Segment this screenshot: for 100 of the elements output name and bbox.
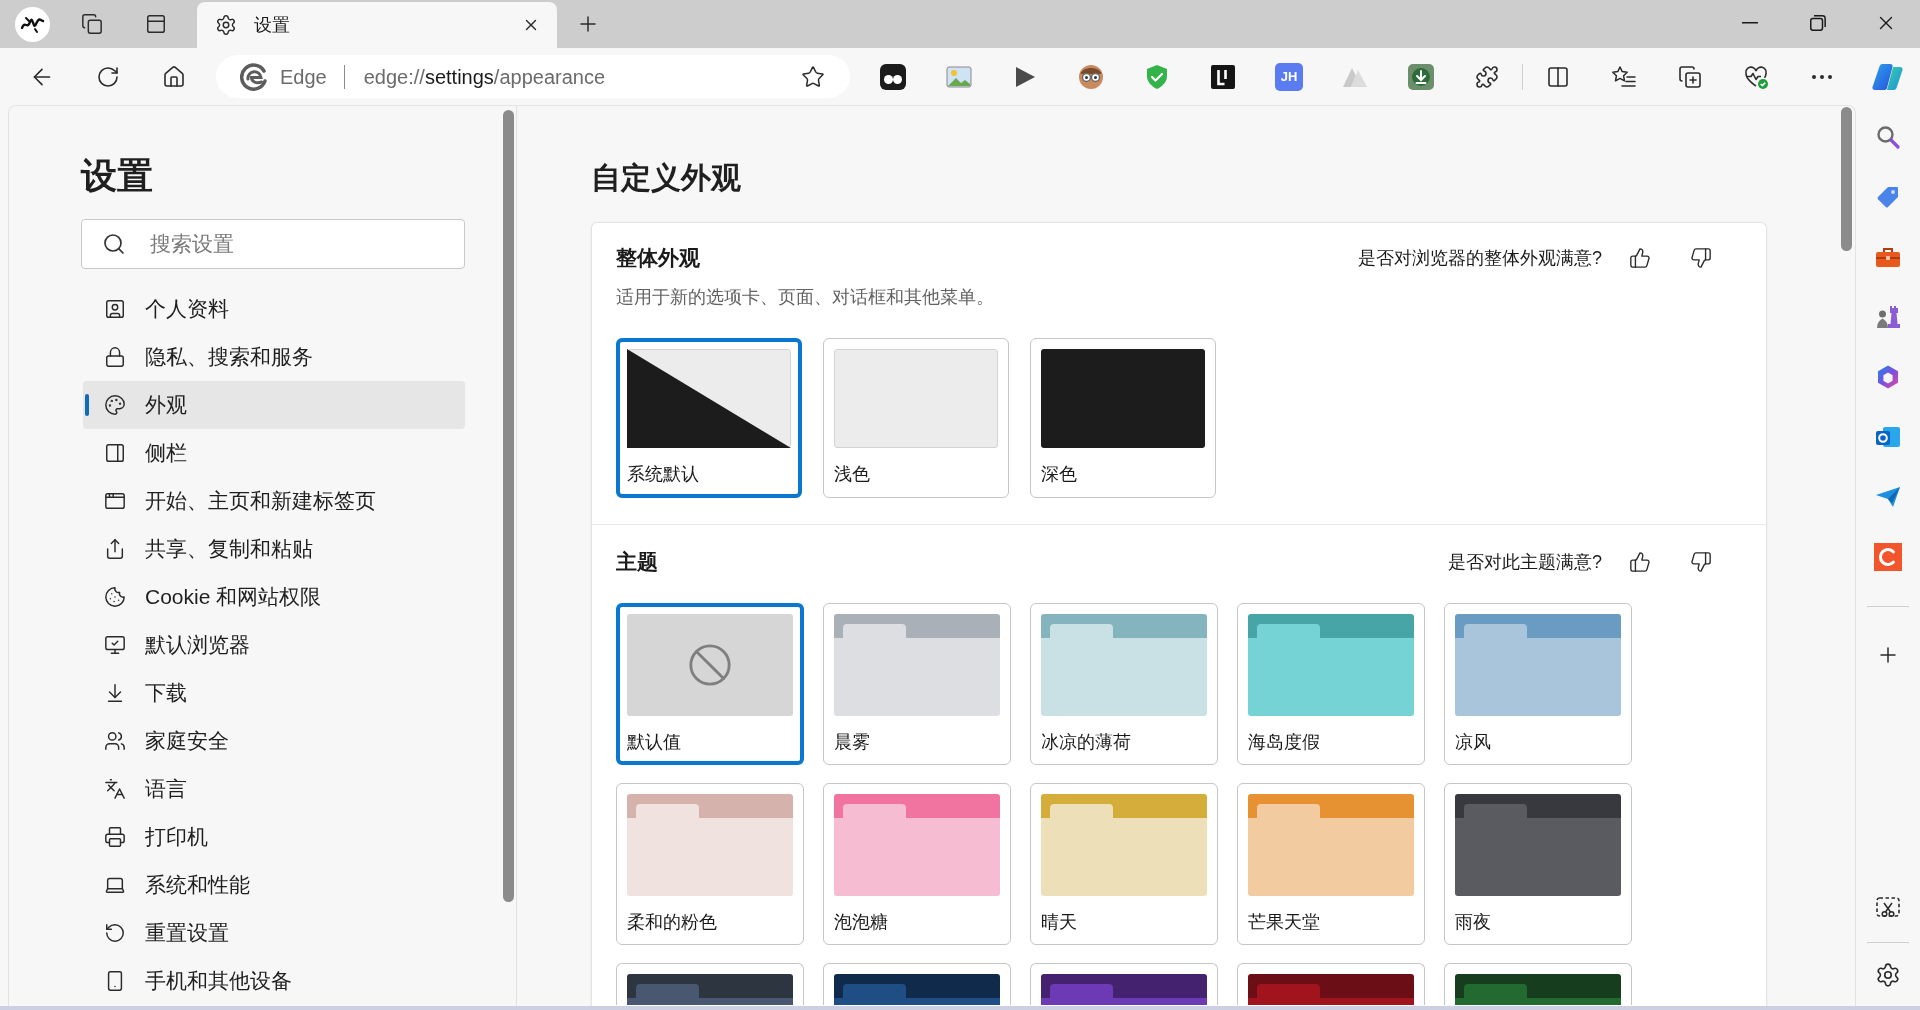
glasses-face-icon <box>1078 63 1104 90</box>
site-label: Edge <box>280 64 327 90</box>
play-icon <box>1014 64 1036 89</box>
settings-icon <box>215 14 237 36</box>
thumbs-down-icon <box>1690 247 1712 269</box>
theme-option[interactable]: 晴天 <box>1030 783 1218 945</box>
printer-icon <box>104 826 126 848</box>
swirl-logo-icon <box>240 62 268 91</box>
theme-option[interactable]: 凉风 <box>1444 603 1632 765</box>
home-icon <box>162 64 186 89</box>
download-tile-icon <box>1408 63 1434 90</box>
profile-button[interactable] <box>12 4 52 44</box>
split-screen-icon <box>1546 64 1570 89</box>
folder-tab <box>1464 984 1527 998</box>
scrollbar-thumb[interactable] <box>503 110 514 902</box>
folder-tab <box>843 804 906 818</box>
theme-option[interactable]: 默认值 <box>616 603 804 765</box>
scissors-frame-icon <box>1875 896 1901 920</box>
folder-tab <box>636 984 699 998</box>
nav-item[interactable]: 手机和其他设备 <box>83 957 465 1005</box>
nav-item[interactable]: 下载 <box>83 669 465 717</box>
square-logo-icon <box>1211 64 1235 89</box>
nav-item[interactable]: 系统和性能 <box>83 861 465 909</box>
thumbs-up-icon <box>1629 247 1651 269</box>
rotate-arrow-icon <box>104 922 126 944</box>
stacked-squares-icon <box>81 13 103 35</box>
scrollbar-thumb[interactable] <box>1841 107 1852 251</box>
extension-badge-button[interactable]: JH <box>1275 62 1303 91</box>
refresh-icon <box>96 64 120 89</box>
nav-item[interactable]: Cookie 和网站权限 <box>83 573 465 621</box>
theme-option[interactable] <box>1237 963 1425 1005</box>
slanted-tiles-logo-icon <box>1871 61 1905 92</box>
picture-icon <box>946 63 972 90</box>
lock-icon <box>104 346 126 368</box>
theme-option[interactable]: 泡泡糖 <box>823 783 1011 945</box>
tag-icon <box>1875 184 1901 210</box>
thumbs-down-icon <box>1690 551 1712 573</box>
nav-item[interactable]: 打印机 <box>83 813 465 861</box>
card-description: 适用于新的选项卡、页面、对话框和其他菜单。 <box>616 286 995 309</box>
nav-item[interactable]: 个人资料 <box>83 285 465 333</box>
window-icon <box>104 490 126 512</box>
folder-tab <box>843 984 906 998</box>
folder-tab <box>1464 804 1527 818</box>
theme-option[interactable]: 海岛度假 <box>1237 603 1425 765</box>
nav-item[interactable]: 重置设置 <box>83 909 465 957</box>
toolbox-icon <box>1875 245 1901 269</box>
two-circles-tile-icon <box>880 63 906 90</box>
theme-option[interactable] <box>1444 963 1632 1005</box>
language-icon <box>104 778 126 800</box>
nav-item[interactable]: 侧栏 <box>83 429 465 477</box>
search-icon <box>1875 124 1901 150</box>
star-list-icon <box>1611 64 1637 89</box>
settings-icon <box>1875 962 1901 988</box>
monitor-check-icon <box>104 634 126 656</box>
theme-option[interactable] <box>616 963 804 1005</box>
theme-option[interactable]: 雨夜 <box>1444 783 1632 945</box>
theme-option[interactable] <box>823 963 1011 1005</box>
minimize-icon <box>1742 22 1758 24</box>
theme-option[interactable]: 柔和的粉色 <box>616 783 804 945</box>
folder-tab <box>636 804 699 818</box>
avatar-icon <box>14 6 50 42</box>
nav-item[interactable]: 共享、复制和粘贴 <box>83 525 465 573</box>
section-heading: 自定义外观 <box>591 160 742 196</box>
folder-tab <box>1050 984 1113 998</box>
cookie-icon <box>104 586 126 608</box>
paper-plane-icon <box>1875 486 1901 508</box>
folder-tab <box>1464 624 1527 638</box>
nav-item[interactable]: 开始、主页和新建标签页 <box>83 477 465 525</box>
theme-option[interactable]: 冰凉的薄荷 <box>1030 603 1218 765</box>
folder-tab <box>1050 804 1113 818</box>
appearance-option[interactable]: 深色 <box>1030 338 1216 498</box>
puzzle-icon <box>1475 64 1499 89</box>
feedback-question: 是否对此主题满意? <box>1448 550 1602 574</box>
hexagon-ring-icon <box>1875 364 1901 390</box>
url-text: edge://settings/appearance <box>363 64 606 90</box>
theme-option[interactable]: 晨雾 <box>823 603 1011 765</box>
appearance-option[interactable]: 浅色 <box>823 338 1009 498</box>
chess-pieces-icon <box>1875 304 1901 330</box>
search-field[interactable]: 搜索设置 <box>81 219 465 269</box>
theme-option[interactable] <box>1030 963 1218 1005</box>
restore-icon <box>1810 15 1826 31</box>
nav-item[interactable]: 默认浏览器 <box>83 621 465 669</box>
nav-item[interactable]: 隐私、搜索和服务 <box>83 333 465 381</box>
theme-option[interactable]: 芒果天堂 <box>1237 783 1425 945</box>
palette-icon <box>104 394 126 416</box>
nav-item[interactable]: 家庭安全 <box>83 717 465 765</box>
folder-tab <box>1257 984 1320 998</box>
appearance-option[interactable]: 系统默认 <box>616 338 802 498</box>
address-bar[interactable]: Edge edge://settings/appearance <box>216 55 850 98</box>
prohibited-icon <box>687 642 733 688</box>
folder-tab <box>1257 804 1320 818</box>
card-title: 整体外观 <box>616 245 700 272</box>
nav-item[interactable]: 外观 <box>83 381 465 429</box>
nav-item[interactable]: 语言 <box>83 765 465 813</box>
browser-tab[interactable]: 设置 <box>197 2 557 48</box>
shield-check-icon <box>1145 63 1169 90</box>
heart-pulse-icon <box>1743 63 1769 90</box>
people-icon <box>104 730 126 752</box>
page-title: 设置 <box>81 154 154 198</box>
share-icon <box>104 538 126 560</box>
